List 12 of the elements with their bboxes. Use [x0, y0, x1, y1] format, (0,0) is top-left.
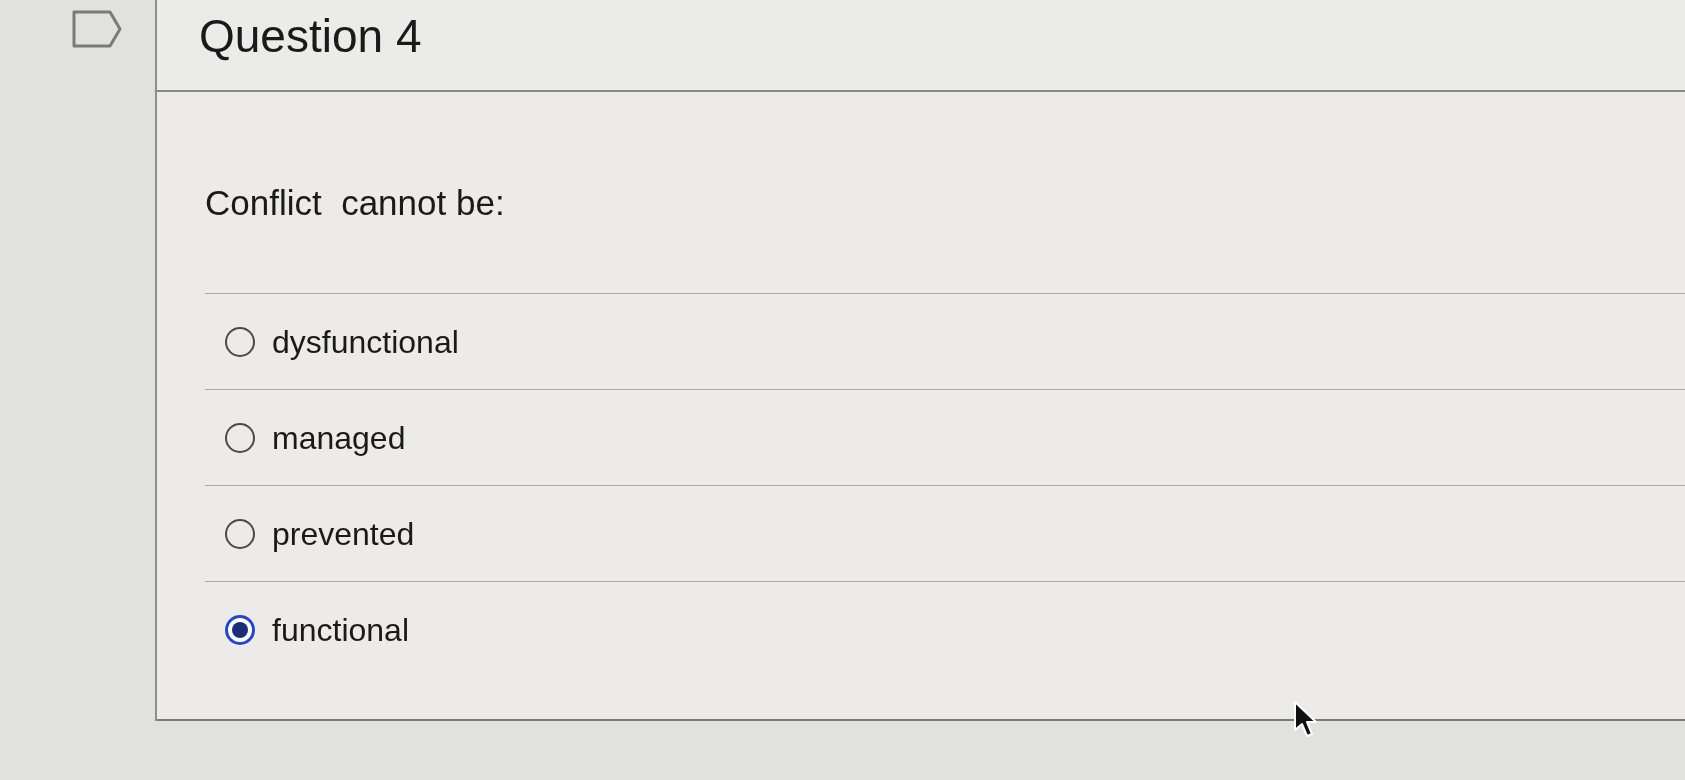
- radio-button[interactable]: [225, 422, 255, 453]
- flag-icon[interactable]: [72, 10, 122, 48]
- option-label[interactable]: managed: [272, 417, 406, 458]
- radio-button[interactable]: [225, 614, 255, 645]
- option-label[interactable]: dysfunctional: [272, 321, 459, 362]
- option-label[interactable]: prevented: [272, 513, 415, 554]
- question-title: Question 4: [199, 9, 422, 64]
- radio-button[interactable]: [225, 518, 255, 549]
- question-prompt: Conflict cannot be:: [205, 182, 505, 224]
- option-label[interactable]: functional: [272, 609, 409, 650]
- radio-button[interactable]: [225, 326, 255, 357]
- mouse-pointer-icon: [1293, 700, 1319, 738]
